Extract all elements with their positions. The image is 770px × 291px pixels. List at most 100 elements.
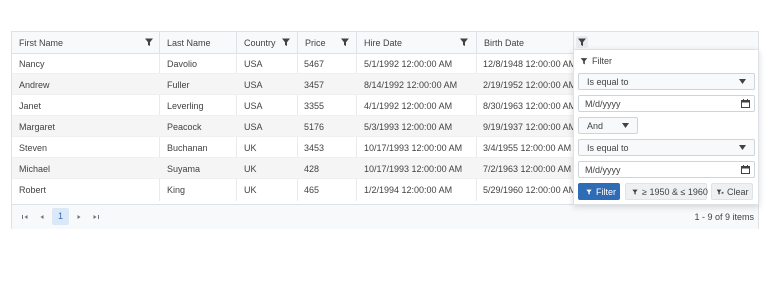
cell-birth-date: 7/2/1963 12:00:00 AM — [483, 164, 572, 174]
operator-dropdown-1[interactable]: Is equal to — [578, 73, 755, 90]
logic-dropdown-value: And — [587, 121, 604, 131]
cell-birth-date: 9/19/1937 12:00:00 AM — [483, 122, 577, 132]
cell-hire-date: 10/17/1993 12:00:00 AM — [364, 164, 463, 174]
cell-birth-date: 8/30/1963 12:00:00 AM — [483, 101, 577, 111]
table-row[interactable]: Steven Buchanan UK 3453 10/17/1993 12:00… — [12, 137, 574, 158]
filter-menu: Filter Is equal to M/d/yyyy And Is equal… — [573, 49, 759, 205]
pager-page-1[interactable]: 1 — [52, 208, 69, 225]
cell-country: USA — [244, 59, 263, 69]
column-header-last-name[interactable]: Last Name — [160, 32, 237, 53]
cell-first-name: Margaret — [19, 122, 56, 132]
column-header-birth-date[interactable]: Birth Date — [477, 32, 574, 53]
cell-first-name: Michael — [19, 164, 51, 174]
filter-icon[interactable] — [576, 36, 588, 48]
logic-dropdown[interactable]: And — [578, 117, 638, 134]
chevron-down-icon — [739, 79, 746, 84]
column-header-first-name[interactable]: First Name — [12, 32, 160, 53]
filter-icon[interactable] — [458, 36, 470, 48]
filter-icon[interactable] — [280, 36, 292, 48]
filter-button[interactable]: Filter — [578, 183, 620, 200]
table-row[interactable]: Michael Suyama UK 428 10/17/1993 12:00:0… — [12, 158, 574, 179]
table-row[interactable]: Andrew Fuller USA 3457 8/14/1992 12:00:0… — [12, 74, 577, 95]
calendar-icon[interactable] — [741, 165, 750, 174]
cell-price: 465 — [304, 185, 320, 195]
operator-dropdown-value: Is equal to — [587, 77, 629, 87]
cell-price: 5467 — [304, 59, 325, 69]
column-header-country[interactable]: Country — [237, 32, 298, 53]
column-label: Country — [244, 38, 276, 48]
column-header-price[interactable]: Price — [298, 32, 357, 53]
chevron-down-icon — [622, 123, 629, 128]
calendar-icon[interactable] — [741, 99, 750, 108]
date-input-1[interactable]: M/d/yyyy — [578, 95, 755, 112]
filter-menu-title: Filter — [592, 56, 612, 66]
clear-button-label: Clear — [727, 187, 749, 197]
cell-birth-date: 3/4/1955 12:00:00 AM — [483, 143, 572, 153]
clear-filter-icon — [716, 189, 724, 195]
cell-price: 5176 — [304, 122, 325, 132]
cell-hire-date: 10/17/1993 12:00:00 AM — [364, 143, 463, 153]
cell-last-name: Suyama — [167, 164, 201, 174]
pager-info: 1 - 9 of 9 items — [694, 212, 754, 222]
pager-prev-icon[interactable] — [37, 212, 47, 222]
cell-last-name: Buchanan — [167, 143, 208, 153]
cell-birth-date: 5/29/1960 12:00:00 AM — [483, 185, 577, 195]
cell-first-name: Nancy — [19, 59, 45, 69]
pager-next-icon[interactable] — [74, 212, 84, 222]
cell-price: 428 — [304, 164, 320, 174]
filter-icon[interactable] — [143, 36, 155, 48]
cell-country: UK — [244, 185, 257, 195]
column-header-hire-date[interactable]: Hire Date — [357, 32, 477, 53]
cell-last-name: Leverling — [167, 101, 204, 111]
filter-icon — [586, 189, 592, 195]
cell-hire-date: 1/2/1994 12:00:00 AM — [364, 185, 453, 195]
cell-hire-date: 8/14/1992 12:00:00 AM — [364, 80, 458, 90]
date-input-2[interactable]: M/d/yyyy — [578, 161, 755, 178]
cell-country: UK — [244, 143, 257, 153]
cell-birth-date: 2/19/1952 12:00:00 AM — [483, 80, 577, 90]
column-label: First Name — [19, 38, 64, 48]
cell-first-name: Andrew — [19, 80, 50, 90]
pager-last-icon[interactable] — [91, 212, 101, 222]
cell-hire-date: 5/3/1993 12:00:00 AM — [364, 122, 453, 132]
cell-first-name: Steven — [19, 143, 48, 153]
table-row[interactable]: Margaret Peacock USA 5176 5/3/1993 12:00… — [12, 116, 577, 137]
cell-last-name: Davolio — [167, 59, 198, 69]
date-input-placeholder: M/d/yyyy — [585, 99, 621, 109]
clear-button[interactable]: Clear — [711, 183, 753, 200]
column-label: Last Name — [167, 38, 211, 48]
cell-birth-date: 12/8/1948 12:00:00 AM — [483, 59, 577, 69]
range-filter-label: ≥ 1950 & ≤ 1960 — [642, 187, 708, 197]
filter-icon — [632, 189, 638, 195]
column-label: Price — [305, 38, 326, 48]
cell-last-name: Peacock — [167, 122, 202, 132]
cell-country: UK — [244, 164, 257, 174]
cell-country: USA — [244, 122, 263, 132]
filter-icon — [580, 58, 588, 65]
operator-dropdown-value: Is equal to — [587, 143, 629, 153]
range-filter-button[interactable]: ≥ 1950 & ≤ 1960 — [625, 183, 708, 200]
cell-hire-date: 5/1/1992 12:00:00 AM — [364, 59, 453, 69]
cell-country: USA — [244, 101, 263, 111]
cell-last-name: King — [167, 185, 186, 195]
pager-first-icon[interactable] — [20, 212, 30, 222]
pager: 1 1 - 9 of 9 items — [12, 204, 758, 229]
filter-button-label: Filter — [596, 187, 616, 197]
operator-dropdown-2[interactable]: Is equal to — [578, 139, 755, 156]
cell-first-name: Robert — [19, 185, 47, 195]
cell-price: 3355 — [304, 101, 325, 111]
cell-last-name: Fuller — [167, 80, 190, 90]
column-label: Birth Date — [484, 38, 525, 48]
date-input-placeholder: M/d/yyyy — [585, 165, 621, 175]
cell-price: 3457 — [304, 80, 325, 90]
cell-first-name: Janet — [19, 101, 42, 111]
cell-hire-date: 4/1/1992 12:00:00 AM — [364, 101, 453, 111]
cell-country: USA — [244, 80, 263, 90]
filter-icon[interactable] — [339, 36, 351, 48]
column-label: Hire Date — [364, 38, 403, 48]
table-row[interactable]: Janet Leverling USA 3355 4/1/1992 12:00:… — [12, 95, 577, 116]
cell-price: 3453 — [304, 143, 325, 153]
table-row[interactable]: Nancy Davolio USA 5467 5/1/1992 12:00:00… — [12, 53, 577, 74]
table-row[interactable]: Robert King UK 465 1/2/1994 12:00:00 AM … — [12, 179, 577, 200]
chevron-down-icon — [739, 145, 746, 150]
